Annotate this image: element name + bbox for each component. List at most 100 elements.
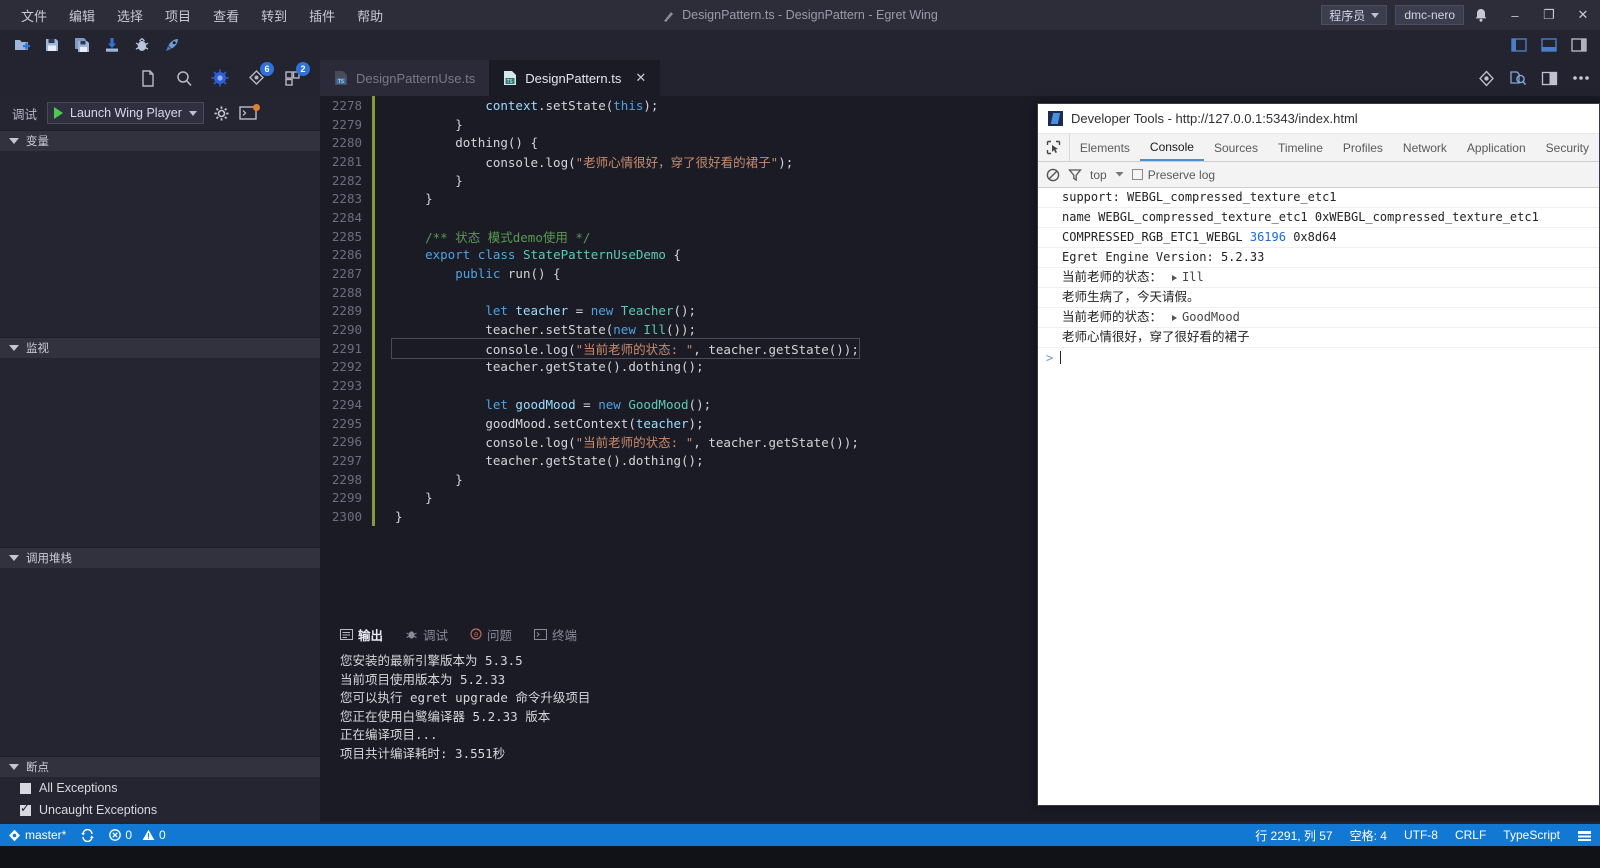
line-number: 2290 — [331, 322, 362, 338]
save-all-icon[interactable] — [68, 32, 96, 58]
chevron-down-icon[interactable] — [1115, 171, 1124, 178]
section-header-breakpoints[interactable]: 断点 — [0, 756, 320, 777]
toggle-right-icon[interactable] — [1566, 34, 1592, 56]
code-token: setState — [545, 322, 606, 338]
error-count: 0 — [125, 828, 133, 842]
find-references-icon[interactable] — [1509, 70, 1527, 87]
close-button[interactable]: ✕ — [1566, 0, 1600, 30]
console-object-name[interactable]: GoodMood — [1182, 309, 1240, 326]
menu-item-1[interactable]: 编辑 — [58, 0, 106, 30]
section-header-variables[interactable]: 变量 — [0, 130, 320, 151]
devtools-tab-sources[interactable]: Sources — [1204, 134, 1268, 161]
console-prompt[interactable]: > — [1038, 348, 1599, 367]
console-object-name[interactable]: Ill — [1182, 269, 1204, 286]
console-label: 当前老师的状态： — [1062, 270, 1163, 284]
close-icon[interactable]: ✕ — [635, 70, 646, 86]
launch-config-dropdown[interactable]: Launch Wing Player — [47, 102, 204, 124]
minimize-button[interactable]: – — [1498, 0, 1532, 30]
menu-item-7[interactable]: 帮助 — [346, 0, 394, 30]
git-branch-icon — [9, 829, 20, 841]
user-mode-dropdown[interactable]: 程序员 — [1321, 5, 1388, 25]
console-context-label[interactable]: top — [1090, 168, 1107, 182]
expand-object-icon[interactable] — [1172, 274, 1178, 281]
section-header-watch[interactable]: 监视 — [0, 337, 320, 358]
debug-bug-icon[interactable] — [128, 32, 156, 58]
feedback-icon[interactable] — [1577, 829, 1592, 842]
menu-item-2[interactable]: 选择 — [106, 0, 154, 30]
output-tab-0[interactable]: 输出 — [332, 623, 391, 646]
menu-item-5[interactable]: 转到 — [250, 0, 298, 30]
expand-object-icon[interactable] — [1172, 314, 1178, 321]
devtools-tab-elements[interactable]: Elements — [1070, 134, 1140, 161]
changed-lines-indicator — [372, 488, 375, 508]
devtools-title-bar: Developer Tools - http://127.0.0.1:5343/… — [1038, 104, 1599, 134]
output-tab-1[interactable]: 调试 — [397, 623, 456, 646]
code-token: { — [665, 247, 682, 263]
status-cursor-position[interactable]: 行 2291, 列 57 — [1255, 827, 1332, 844]
status-problems[interactable]: 0 0 — [109, 828, 166, 842]
devtools-tab-timeline[interactable]: Timeline — [1268, 134, 1333, 161]
tab-design-pattern[interactable]: TS DesignPattern.ts ✕ — [489, 60, 661, 96]
search-icon[interactable] — [170, 64, 198, 92]
rocket-icon[interactable] — [158, 32, 186, 58]
status-branch[interactable]: master* — [8, 828, 66, 842]
inspect-element-icon[interactable] — [1038, 134, 1070, 161]
clear-console-icon[interactable] — [1046, 168, 1060, 182]
status-sync[interactable] — [80, 828, 95, 842]
gear-icon[interactable] — [214, 106, 229, 121]
changed-lines-indicator — [372, 170, 375, 190]
play-icon[interactable] — [54, 107, 64, 119]
code-token: StatePatternUseDemo — [522, 247, 666, 263]
user-account-button[interactable]: dmc-nero — [1395, 5, 1464, 25]
devtools-tab-network[interactable]: Network — [1393, 134, 1457, 161]
devtools-tab-profiles[interactable]: Profiles — [1333, 134, 1393, 161]
menu-item-3[interactable]: 项目 — [154, 0, 202, 30]
menu-item-6[interactable]: 插件 — [298, 0, 346, 30]
extensions-icon[interactable]: 2 — [278, 62, 310, 92]
status-language-mode[interactable]: TypeScript — [1503, 828, 1560, 842]
menu-item-0[interactable]: 文件 — [10, 0, 58, 30]
code-token: setContext — [553, 415, 629, 431]
devtools-tab-console[interactable]: Console — [1139, 134, 1204, 161]
changed-lines-indicator — [372, 133, 375, 153]
import-icon[interactable] — [98, 32, 126, 58]
devtools-tab-application[interactable]: Application — [1457, 134, 1536, 161]
code-token: = — [568, 303, 591, 319]
maximize-button[interactable]: ❐ — [1532, 0, 1566, 30]
new-file-icon[interactable] — [8, 32, 36, 58]
preserve-log-checkbox[interactable]: Preserve log — [1131, 168, 1215, 182]
tab-design-pattern-use[interactable]: TS DesignPatternUse.ts — [320, 60, 490, 96]
code-token: getState — [768, 341, 829, 357]
status-eol[interactable]: CRLF — [1455, 828, 1486, 842]
more-actions-icon[interactable] — [1572, 74, 1590, 82]
breakpoint-row-0[interactable]: All Exceptions — [0, 777, 320, 799]
breakpoint-row-1[interactable]: Uncaught Exceptions — [0, 799, 320, 821]
code-token: teacher — [635, 415, 689, 431]
output-tab-2[interactable]: 0 问题 — [462, 623, 520, 646]
split-editor-icon[interactable] — [1541, 71, 1558, 86]
explorer-icon[interactable] — [134, 64, 162, 92]
debug-icon[interactable] — [206, 64, 234, 92]
source-control-icon[interactable] — [1478, 70, 1495, 87]
devtools-tab-security[interactable]: Security — [1536, 134, 1599, 161]
filter-icon[interactable] — [1068, 168, 1082, 182]
output-tab-3[interactable]: 终端 — [526, 623, 585, 646]
status-encoding[interactable]: UTF-8 — [1404, 828, 1438, 842]
toggle-panel-icon[interactable] — [1536, 34, 1562, 56]
chevron-down-icon — [9, 345, 19, 351]
console-output[interactable]: support: WEBGL_compressed_texture_etc1 na… — [1038, 188, 1599, 805]
notifications-bell-icon[interactable] — [1474, 8, 1498, 23]
section-header-callstack[interactable]: 调用堆栈 — [0, 547, 320, 568]
breakpoint-checkbox[interactable] — [20, 782, 31, 794]
status-indentation[interactable]: 空格: 4 — [1350, 827, 1387, 844]
toggle-sidebar-icon[interactable] — [1506, 34, 1532, 56]
source-control-icon[interactable]: 6 — [242, 62, 274, 92]
menu-item-4[interactable]: 查看 — [202, 0, 250, 30]
breakpoint-checkbox[interactable] — [20, 801, 31, 816]
sync-icon — [81, 828, 95, 842]
code-token: Teacher — [620, 303, 674, 319]
debug-console-icon[interactable] — [239, 104, 260, 120]
save-icon[interactable] — [38, 32, 66, 58]
